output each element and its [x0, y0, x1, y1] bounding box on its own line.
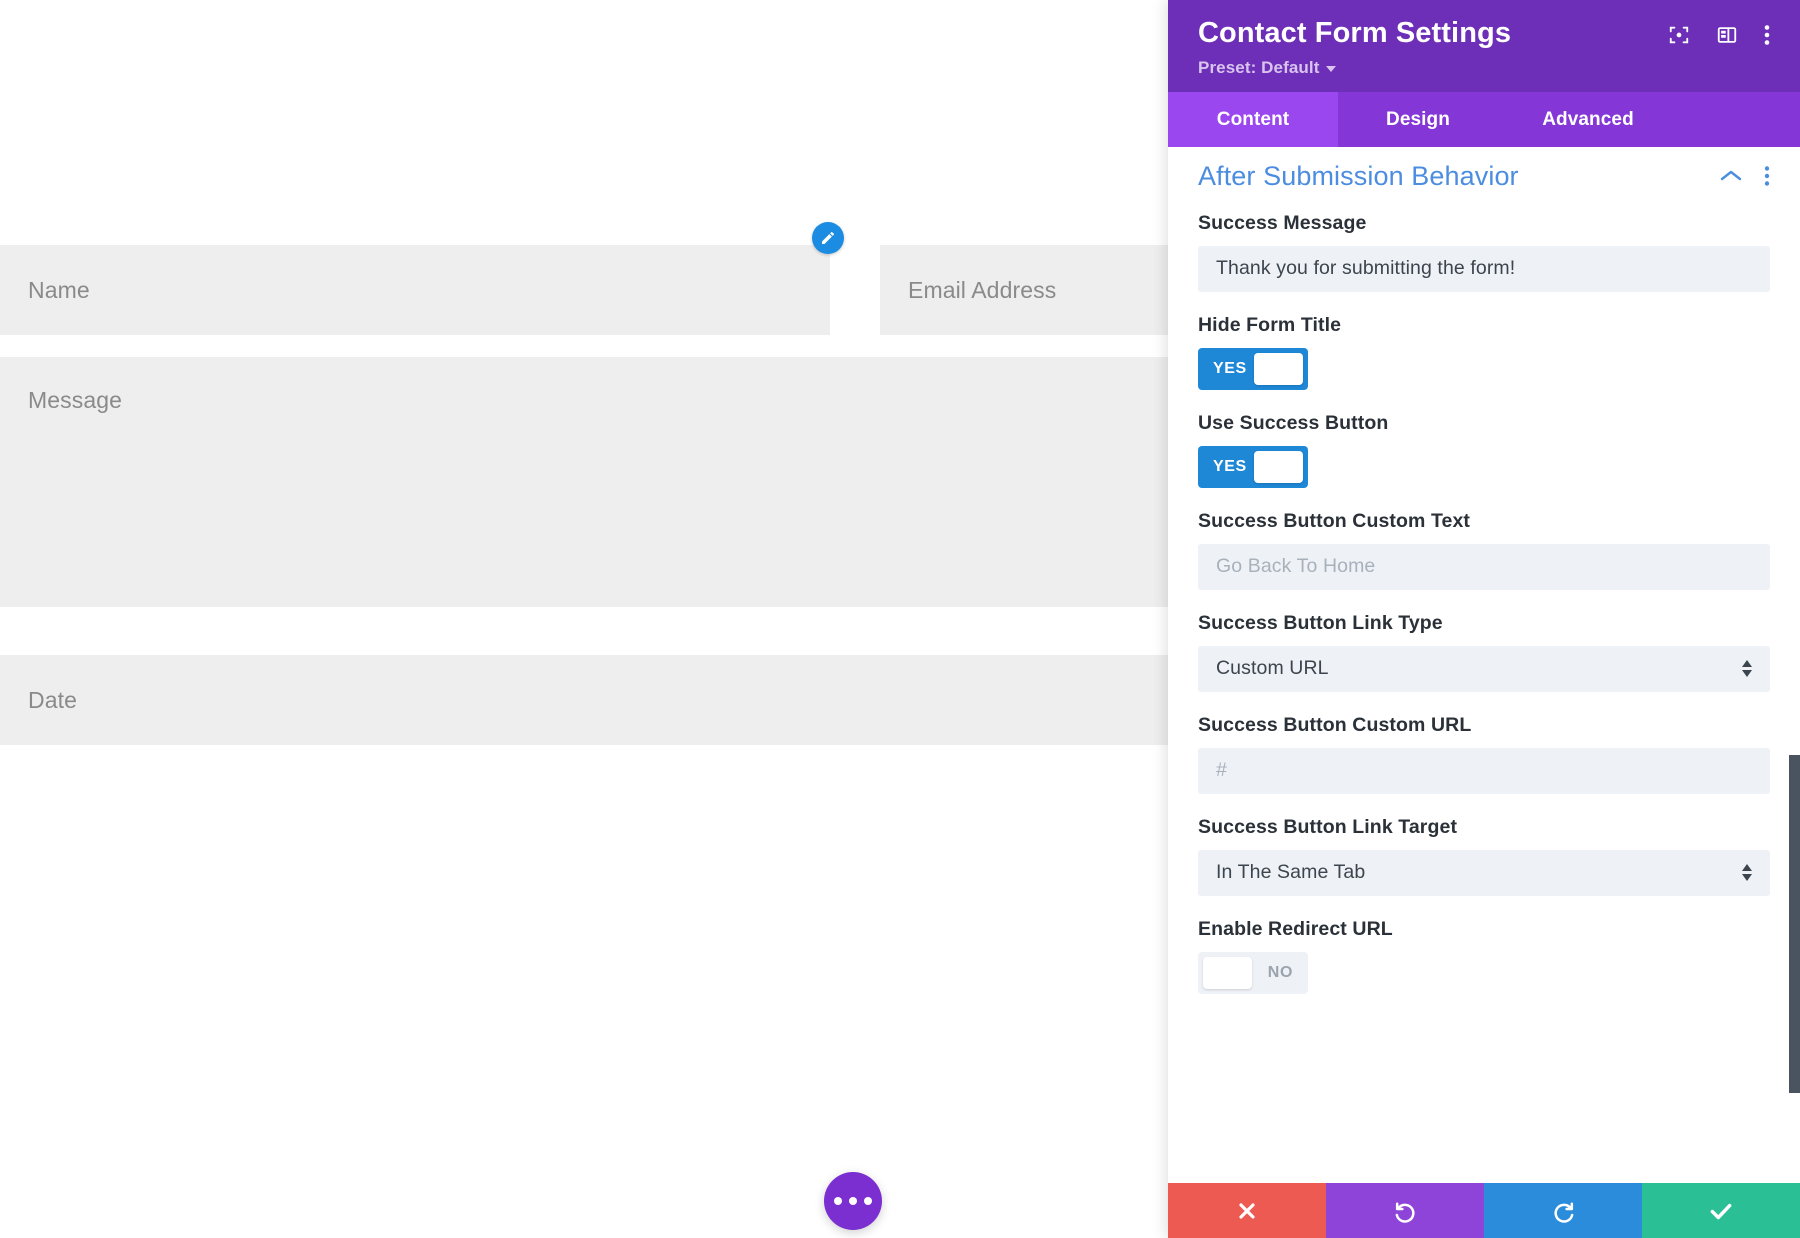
control-enable-redirect-url: Enable Redirect URL NO: [1198, 918, 1770, 994]
tab-design[interactable]: Design: [1338, 92, 1498, 147]
panel-body: After Submission Behavior: [1168, 147, 1800, 1183]
date-field-placeholder: Date: [28, 687, 77, 714]
panel-header: Contact Form Settings: [1168, 0, 1800, 92]
more-vertical-icon[interactable]: [1764, 165, 1770, 187]
section-title[interactable]: After Submission Behavior: [1198, 161, 1519, 192]
preset-selector[interactable]: Preset: Default: [1198, 58, 1336, 78]
use-success-button-toggle[interactable]: YES: [1198, 446, 1308, 488]
layout-panel-icon[interactable]: [1716, 24, 1738, 46]
hide-form-title-toggle[interactable]: YES: [1198, 348, 1308, 390]
control-success-button-link-target: Success Button Link Target In The Same T…: [1198, 816, 1770, 896]
select-value: Custom URL: [1216, 657, 1329, 680]
focus-target-icon[interactable]: [1668, 24, 1690, 46]
success-button-custom-text-label: Success Button Custom Text: [1198, 510, 1770, 533]
page-canvas: Name Email Address Message Date: [0, 0, 1168, 1238]
panel-title: Contact Form Settings: [1198, 18, 1511, 50]
spinner-arrows-icon: [1742, 660, 1752, 677]
tab-advanced[interactable]: Advanced: [1498, 92, 1678, 147]
settings-panel: Contact Form Settings: [1168, 0, 1800, 1238]
section-header: After Submission Behavior: [1198, 147, 1770, 212]
message-field-placeholder: Message: [28, 387, 122, 414]
email-field-placeholder: Email Address: [908, 277, 1056, 304]
screen: Name Email Address Message Date Contact …: [0, 0, 1800, 1238]
redo-button[interactable]: [1484, 1183, 1642, 1238]
control-success-button-link-type: Success Button Link Type Custom URL: [1198, 612, 1770, 692]
panel-action-bar: [1168, 1183, 1800, 1238]
spinner-arrows-icon: [1742, 864, 1752, 881]
enable-redirect-url-toggle[interactable]: NO: [1198, 952, 1308, 994]
date-field[interactable]: Date: [0, 655, 1168, 745]
email-field[interactable]: Email Address: [880, 245, 1168, 335]
success-button-link-type-label: Success Button Link Type: [1198, 612, 1770, 635]
control-hide-form-title: Hide Form Title YES: [1198, 314, 1770, 390]
pencil-icon[interactable]: [812, 222, 844, 254]
fab-dot: [834, 1197, 842, 1205]
toggle-knob: [1254, 353, 1303, 385]
name-field[interactable]: Name: [0, 245, 830, 335]
success-button-link-type-select[interactable]: Custom URL: [1198, 646, 1770, 692]
control-success-message: Success Message Thank you for submitting…: [1198, 212, 1770, 292]
toggle-state-label: YES: [1213, 360, 1247, 378]
message-field[interactable]: Message: [0, 357, 1168, 607]
fab-dot: [864, 1197, 872, 1205]
panel-scrollbar[interactable]: [1789, 755, 1800, 1093]
cancel-button[interactable]: [1168, 1183, 1326, 1238]
control-use-success-button: Use Success Button YES: [1198, 412, 1770, 488]
ellipsis-icon[interactable]: [824, 1172, 882, 1230]
toggle-state-label: YES: [1213, 458, 1247, 476]
select-value: In The Same Tab: [1216, 861, 1365, 884]
success-button-link-target-label: Success Button Link Target: [1198, 816, 1770, 839]
preset-label: Preset: Default: [1198, 58, 1319, 78]
more-vertical-icon[interactable]: [1764, 24, 1770, 46]
control-success-button-custom-text: Success Button Custom Text Go Back To Ho…: [1198, 510, 1770, 590]
panel-tabs: Content Design Advanced: [1168, 92, 1800, 147]
fab-dot: [849, 1197, 857, 1205]
toggle-knob: [1254, 451, 1303, 483]
undo-button[interactable]: [1326, 1183, 1484, 1238]
hide-form-title-label: Hide Form Title: [1198, 314, 1770, 337]
success-message-input[interactable]: Thank you for submitting the form!: [1198, 246, 1770, 292]
success-button-custom-text-input[interactable]: Go Back To Home: [1198, 544, 1770, 590]
use-success-button-label: Use Success Button: [1198, 412, 1770, 435]
control-success-button-custom-url: Success Button Custom URL #: [1198, 714, 1770, 794]
save-button[interactable]: [1642, 1183, 1800, 1238]
success-button-custom-url-label: Success Button Custom URL: [1198, 714, 1770, 737]
chevron-down-icon: [1326, 66, 1336, 72]
success-message-label: Success Message: [1198, 212, 1770, 235]
enable-redirect-url-label: Enable Redirect URL: [1198, 918, 1770, 941]
toggle-state-label: NO: [1268, 964, 1293, 982]
success-button-link-target-select[interactable]: In The Same Tab: [1198, 850, 1770, 896]
success-button-custom-url-input[interactable]: #: [1198, 748, 1770, 794]
toggle-knob: [1203, 957, 1252, 989]
chevron-up-icon[interactable]: [1720, 169, 1742, 183]
tab-content[interactable]: Content: [1168, 92, 1338, 147]
name-field-placeholder: Name: [28, 277, 90, 304]
